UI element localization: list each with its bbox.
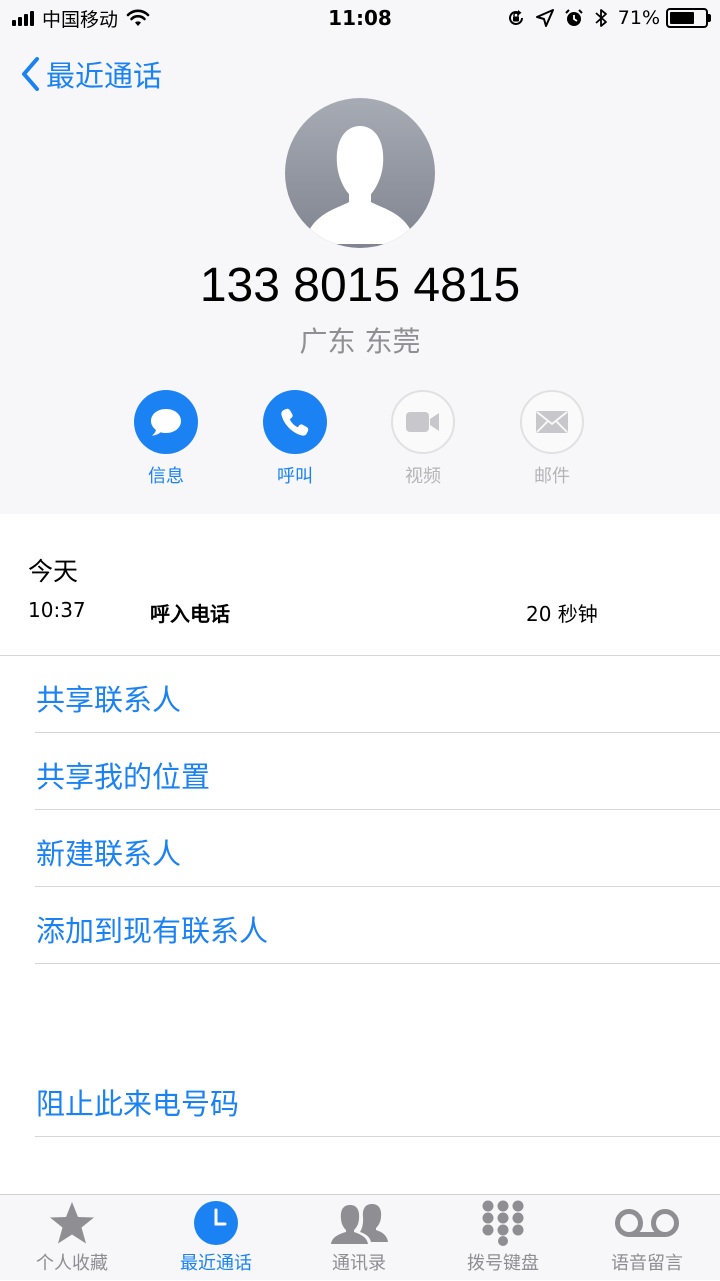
share-location-button[interactable]: 共享我的位置 [36, 754, 210, 796]
message-label: 信息 [148, 466, 184, 487]
alarm-clock-icon [565, 9, 583, 26]
divider [35, 886, 720, 887]
chevron-left-icon [22, 57, 39, 91]
video-button[interactable]: 视频 [373, 390, 473, 488]
star-icon [50, 1202, 94, 1244]
tab-voicemail[interactable]: 语音留言 [577, 1195, 717, 1281]
tab-favorites[interactable]: 个人收藏 [2, 1195, 142, 1281]
divider [35, 1136, 720, 1137]
add-to-existing-contact-button[interactable]: 添加到现有联系人 [36, 908, 268, 950]
message-bubble-icon [151, 409, 181, 436]
clock-icon [194, 1201, 238, 1245]
keypad-icon [482, 1200, 524, 1246]
message-button[interactable]: 信息 [116, 390, 216, 488]
call-label: 呼叫 [277, 466, 313, 487]
call-day: 今天 [28, 557, 79, 586]
voicemail-icon [615, 1209, 679, 1237]
call-type: 呼入电话 [150, 602, 230, 626]
share-contact-button[interactable]: 共享联系人 [36, 677, 181, 719]
call-duration: 20 秒钟 [526, 602, 598, 626]
contacts-icon [331, 1204, 388, 1244]
envelope-icon [536, 411, 568, 433]
mail-label: 邮件 [534, 466, 570, 487]
tab-contacts-label: 通讯录 [332, 1253, 386, 1274]
mail-button[interactable]: 邮件 [502, 390, 602, 488]
call-log-entry: 10:37 呼入电话 20 秒钟 [0, 598, 720, 628]
tab-recents[interactable]: 最近通话 [146, 1195, 286, 1281]
new-contact-button[interactable]: 新建联系人 [36, 831, 181, 873]
divider [35, 732, 720, 733]
block-caller-button[interactable]: 阻止此来电号码 [36, 1081, 239, 1123]
back-label: 最近通话 [46, 59, 163, 93]
tab-keypad[interactable]: 拨号键盘 [433, 1195, 573, 1281]
video-camera-icon [406, 412, 439, 432]
divider [35, 809, 720, 810]
battery-percentage: 71% [617, 7, 660, 29]
tab-bar: 个人收藏 最近通话 通讯录 拨号键盘 语音留言 [0, 1194, 720, 1280]
location-arrow-icon [535, 9, 554, 27]
call-button[interactable]: 呼叫 [245, 390, 345, 488]
tab-contacts[interactable]: 通讯录 [289, 1195, 429, 1281]
divider [35, 963, 720, 964]
person-silhouette-icon [305, 126, 415, 244]
number-location: 广东 东莞 [299, 325, 421, 358]
back-button[interactable]: 最近通话 [20, 54, 162, 94]
contact-avatar [285, 98, 435, 248]
bluetooth-icon [595, 9, 607, 27]
call-time: 10:37 [28, 598, 86, 622]
phone-icon [281, 408, 309, 436]
status-bar: 中国移动 11:08 71% [0, 0, 720, 38]
divider [0, 655, 720, 656]
video-label: 视频 [405, 466, 441, 487]
tab-favorites-label: 个人收藏 [36, 1253, 108, 1274]
orientation-lock-icon [508, 10, 523, 25]
tab-recents-label: 最近通话 [180, 1253, 252, 1274]
phone-number: 133 8015 4815 [199, 259, 521, 312]
battery-icon [666, 8, 711, 28]
tab-voicemail-label: 语音留言 [611, 1253, 683, 1274]
tab-keypad-label: 拨号键盘 [467, 1253, 539, 1274]
